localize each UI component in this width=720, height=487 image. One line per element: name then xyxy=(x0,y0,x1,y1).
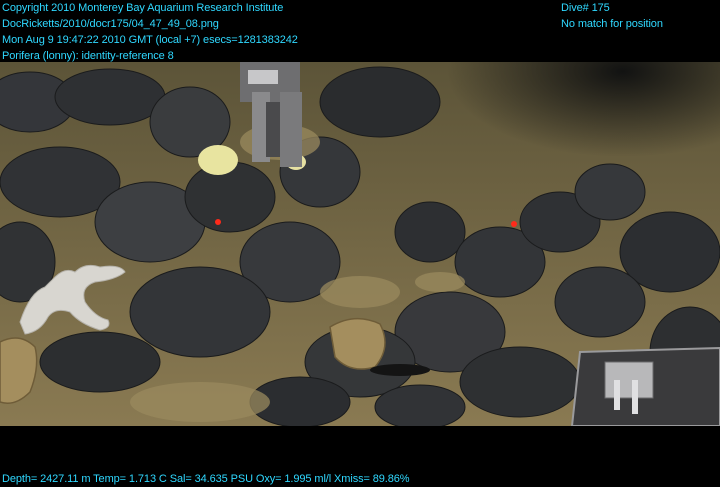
image-path-line: DocRicketts/2010/docr175/04_47_49_08.png xyxy=(2,18,219,30)
vehicle-equipment-box xyxy=(570,346,720,426)
laser-dot-right xyxy=(511,221,517,227)
yellow-sponge xyxy=(198,145,238,175)
dive-number: Dive# 175 xyxy=(561,2,610,14)
dive-info-block: Dive# 175 No match for position xyxy=(561,0,663,32)
copyright-line: Copyright 2010 Monterey Bay Aquarium Res… xyxy=(2,2,284,14)
sediment-burrow xyxy=(370,364,430,376)
telemetry-line: Depth= 2427.11 m Temp= 1.713 C Sal= 34.6… xyxy=(2,473,410,485)
position-status: No match for position xyxy=(561,18,663,30)
seafloor-video-frame xyxy=(0,62,720,426)
timestamp-line: Mon Aug 9 19:47:22 2010 GMT (local +7) e… xyxy=(2,34,298,46)
vehicle-shadow xyxy=(330,62,720,252)
seafloor-scene-drawing xyxy=(0,62,720,426)
laser-dot-left xyxy=(215,219,221,225)
header-info-block: Copyright 2010 Monterey Bay Aquarium Res… xyxy=(2,0,298,64)
